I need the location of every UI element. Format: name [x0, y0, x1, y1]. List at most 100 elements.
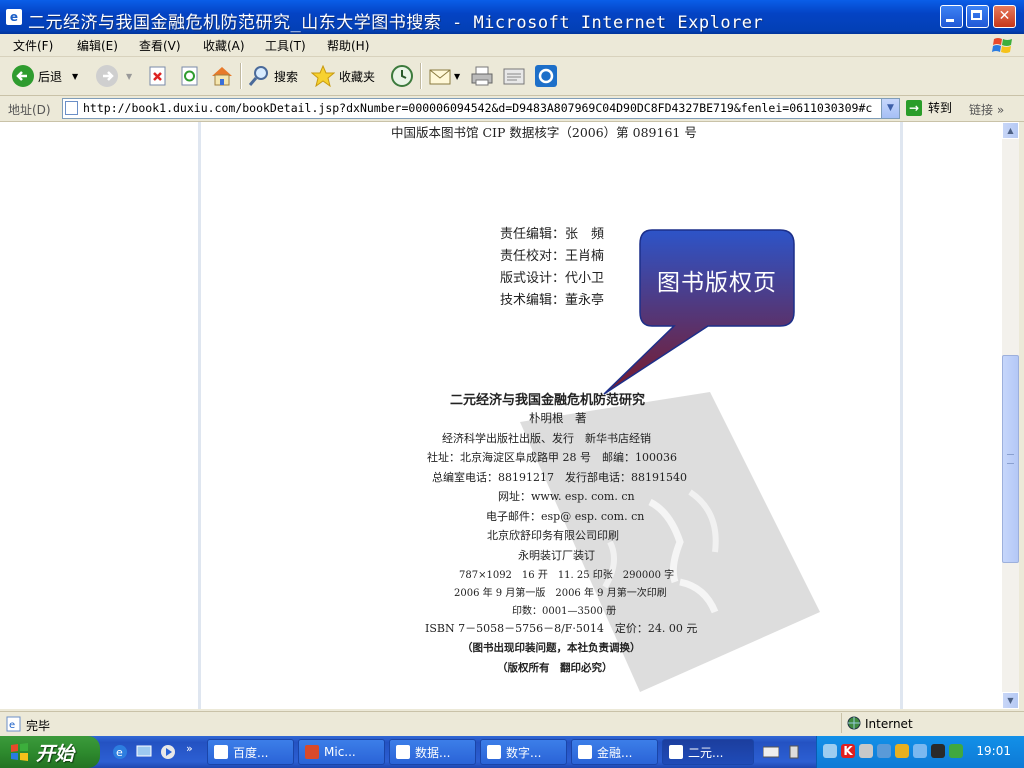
start-label: 开始 — [36, 742, 75, 765]
ie-page-icon — [214, 745, 228, 759]
tray-icon[interactable] — [859, 744, 873, 758]
clock: 19:01 — [976, 744, 1011, 758]
go-button[interactable]: → 转到 — [906, 99, 952, 116]
menu-view[interactable]: 查看(V) — [139, 37, 181, 54]
task-button[interactable]: Mic... — [298, 739, 385, 765]
tray-icon[interactable] — [895, 744, 909, 758]
media-quicklaunch-icon[interactable] — [160, 744, 176, 760]
links-button[interactable]: 链接 » — [969, 101, 1004, 118]
task-button-active[interactable]: 二元... — [662, 739, 754, 765]
menu-file[interactable]: 文件(F) — [13, 37, 53, 54]
svg-text:e: e — [116, 746, 123, 759]
messenger-button[interactable] — [534, 63, 558, 89]
task-button[interactable]: 百度... — [207, 739, 294, 765]
forward-dropdown-icon[interactable]: ▼ — [126, 72, 132, 81]
edit-button[interactable] — [502, 63, 526, 89]
favorites-label: 收藏夹 — [339, 69, 376, 84]
task-label: 数字... — [506, 745, 542, 760]
menu-help[interactable]: 帮助(H) — [327, 37, 369, 54]
copyright-line: 网址：www. esp. com. cn — [498, 490, 635, 503]
refresh-button[interactable] — [180, 63, 200, 89]
mail-dropdown-icon[interactable]: ▼ — [454, 72, 460, 81]
title-bar[interactable]: e 二元经济与我国金融危机防范研究_山东大学图书搜索 - Microsoft I… — [0, 0, 1024, 34]
address-url[interactable]: http://book1.duxiu.com/bookDetail.jsp?dx… — [83, 101, 872, 115]
cip-line: 中国版本图书馆 CIP 数据核字（2006）第 089161 号 — [391, 125, 697, 140]
links-label: 链接 — [969, 103, 994, 117]
scroll-up-icon[interactable]: ▲ — [1002, 122, 1019, 139]
scrollbar-thumb[interactable] — [1002, 355, 1019, 563]
system-tray: K 19:01 — [816, 736, 1024, 768]
ie-quicklaunch-icon[interactable]: e — [112, 744, 128, 760]
page-content[interactable]: 中国版本图书馆 CIP 数据核字（2006）第 089161 号 责任编辑：张 … — [0, 122, 1002, 709]
back-label: 后退 — [38, 69, 63, 84]
back-dropdown-icon[interactable]: ▼ — [72, 72, 78, 81]
network-icon[interactable] — [823, 744, 837, 758]
search-icon — [248, 66, 268, 86]
go-arrow-icon: → — [906, 99, 922, 116]
callout-text: 图书版权页 — [657, 270, 777, 296]
address-dropdown-icon[interactable]: ▼ — [881, 99, 899, 118]
scroll-down-icon[interactable]: ▼ — [1002, 692, 1019, 709]
minimize-button[interactable] — [940, 5, 963, 28]
page-border-right — [900, 122, 903, 709]
copyright-line: （版权所有 翻印必究） — [497, 662, 613, 674]
toolbar-separator — [240, 63, 242, 89]
desktop-quicklaunch-icon[interactable] — [136, 744, 152, 760]
forward-button[interactable]: ▼ — [96, 63, 132, 89]
task-label: 数据... — [415, 745, 451, 760]
history-icon — [391, 65, 413, 87]
mail-button[interactable]: ▼ — [428, 63, 460, 89]
back-button[interactable]: 后退 ▼ — [12, 63, 78, 89]
home-button[interactable] — [210, 63, 234, 89]
favorites-button[interactable]: 收藏夹 — [311, 63, 375, 89]
address-input[interactable]: http://book1.duxiu.com/bookDetail.jsp?dx… — [62, 98, 900, 119]
menu-bar: 文件(F) 编辑(E) 查看(V) 收藏(A) 工具(T) 帮助(H) — [0, 34, 1024, 57]
copyright-line: ISBN 7－5058－5756－8/F·5014 定价：24. 00 元 — [425, 622, 698, 635]
globe-icon — [847, 716, 861, 730]
task-button[interactable]: 数字... — [480, 739, 567, 765]
quicklaunch-chevron-icon[interactable]: » — [186, 742, 193, 755]
office-icon — [305, 745, 319, 759]
menu-edit[interactable]: 编辑(E) — [77, 37, 118, 54]
tray-icon[interactable] — [949, 744, 963, 758]
svg-text:e: e — [9, 720, 15, 731]
close-button[interactable]: ✕ — [993, 5, 1016, 28]
copyright-line: 永明装订厂装订 — [518, 549, 595, 562]
start-button[interactable]: 开始 — [0, 736, 100, 768]
stop-button[interactable] — [148, 63, 168, 89]
standard-toolbar: 后退 ▼ ▼ 搜索 收藏夹 ▼ — [0, 57, 1024, 96]
address-label: 地址(D) — [8, 103, 51, 117]
printer-icon — [471, 66, 493, 86]
ie-page-icon — [669, 745, 683, 759]
history-button[interactable] — [390, 63, 414, 89]
keyboard-icon[interactable] — [763, 746, 779, 758]
home-icon — [212, 67, 232, 86]
copyright-line: 电子邮件：esp@ esp. com. cn — [486, 510, 645, 523]
language-bar-icon[interactable] — [788, 744, 800, 760]
messenger-icon — [535, 65, 557, 87]
ie-page-icon — [487, 745, 501, 759]
tray-icon[interactable] — [877, 744, 891, 758]
security-shield-icon[interactable] — [913, 744, 927, 758]
print-button[interactable] — [470, 63, 494, 89]
ie-page-icon — [578, 745, 592, 759]
minimize-icon — [946, 19, 954, 22]
copyright-line: 经济科学出版社出版、发行 新华书店经销 — [442, 432, 651, 445]
page-done-icon: e — [6, 716, 21, 732]
task-button[interactable]: 金融... — [571, 739, 658, 765]
copyright-line: 印数：0001—3500 册 — [512, 606, 617, 617]
menu-favorites[interactable]: 收藏(A) — [203, 37, 245, 54]
vertical-scrollbar[interactable]: ▲ ▼ — [1002, 122, 1019, 709]
task-button[interactable]: 数据... — [389, 739, 476, 765]
tray-icon[interactable] — [931, 744, 945, 758]
star-icon — [311, 65, 335, 87]
maximize-button[interactable] — [966, 5, 989, 28]
credit-designer: 版式设计：代小卫 — [500, 271, 605, 286]
antivirus-icon[interactable]: K — [841, 744, 855, 758]
menu-tools[interactable]: 工具(T) — [265, 37, 306, 54]
credit-tech-editor: 技术编辑：董永亭 — [500, 293, 605, 308]
maximize-icon — [971, 10, 982, 20]
credit-proofreader: 责任校对：王肖楠 — [500, 249, 605, 264]
search-button[interactable]: 搜索 — [248, 63, 298, 89]
edit-document-icon — [503, 68, 525, 85]
